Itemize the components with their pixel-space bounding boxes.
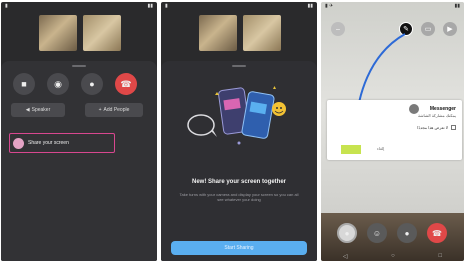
camera-flip-button[interactable]: ◉ [47, 73, 69, 95]
microphone-icon: ● [89, 79, 95, 89]
start-sharing-label: Start Sharing [224, 245, 254, 251]
camera-icon: ◉ [54, 78, 62, 89]
share-screen-icon [13, 137, 24, 149]
checkbox-box[interactable] [451, 125, 456, 130]
call-controls-sheet: ■ ◉ ● ☎ ◀ Speaker + Add People Share you… [1, 61, 157, 261]
speaker-icon: ◀ [25, 107, 30, 113]
dont-show-again-checkbox[interactable]: لا تعرض هذا مجددًا [417, 125, 456, 130]
person-icon: ☺ [372, 228, 382, 238]
video-toggle-button[interactable]: ■ [13, 73, 35, 95]
add-person-icon: + [98, 107, 102, 113]
phone-sharing-active: ▮ ✈ ▮▮ – ✎ ▭ ▶ Messenger يمكنك مشاركة الش… [321, 2, 464, 261]
share-screen-label: Share your screen [28, 140, 69, 146]
video-icon: ■ [21, 79, 27, 89]
status-bar: ▮ ▮▮ [5, 3, 153, 9]
checkbox-label: لا تعرض هذا مجددًا [417, 125, 448, 130]
stop-sharing-button[interactable]: ● [337, 223, 357, 243]
start-sharing-button[interactable]: Start Sharing [171, 241, 307, 255]
mute-button[interactable]: ● [397, 223, 417, 243]
sheet-handle[interactable] [72, 65, 86, 67]
cancel-button[interactable]: إلغاء [377, 146, 384, 151]
add-person-button[interactable]: ☺ [367, 223, 387, 243]
speaker-label: Speaker [31, 107, 51, 113]
add-people-label: Add People [103, 107, 130, 113]
confirm-button[interactable] [341, 145, 361, 154]
share-screen-intro-sheet: New! Share your screen together Take tur… [161, 61, 317, 261]
system-nav-bar: ◁ ○ □ [321, 251, 464, 261]
back-icon[interactable]: ◁ [343, 253, 348, 260]
recents-icon[interactable]: □ [439, 253, 443, 259]
phone-hangup-icon: ☎ [120, 78, 132, 89]
participant-video-1[interactable] [199, 15, 237, 51]
sheet-handle[interactable] [232, 65, 246, 67]
share-confirm-dialog: Messenger يمكنك مشاركة الشاشة لا تعرض هذ… [327, 100, 462, 160]
intro-title: New! Share your screen together [191, 179, 287, 185]
microphone-icon: ● [404, 228, 410, 238]
speaker-button[interactable]: ◀ Speaker [11, 103, 65, 117]
dialog-subtitle: يمكنك مشاركة الشاشة [418, 113, 456, 118]
record-icon: ● [344, 228, 350, 238]
call-bottom-bar: ● ☺ ● ☎ ◁ ○ □ [321, 213, 464, 261]
mute-button[interactable]: ● [81, 73, 103, 95]
end-call-button[interactable]: ☎ [427, 223, 447, 243]
phone-share-intro: ▮ ▮▮ New! Share your screen together Take… [161, 2, 317, 261]
home-icon[interactable]: ○ [391, 253, 395, 259]
phone-call-controls: ▮ ▮▮ ■ ◉ ● ☎ ◀ Speaker + Add People Share… [1, 2, 157, 261]
participant-video-2[interactable] [243, 15, 281, 51]
participant-video-2[interactable] [83, 15, 121, 51]
screenshot-collage: ▮ ▮▮ ■ ◉ ● ☎ ◀ Speaker + Add People Share… [0, 0, 465, 263]
status-bar: ▮ ▮▮ [165, 3, 313, 9]
dialog-title: Messenger [429, 106, 456, 112]
end-call-button[interactable]: ☎ [115, 73, 137, 95]
share-screen-option[interactable]: Share your screen [9, 133, 115, 153]
phone-hangup-icon: ☎ [432, 228, 442, 238]
add-people-button[interactable]: + Add People [85, 103, 143, 117]
participant-video-1[interactable] [39, 15, 77, 51]
intro-description: Take turns with your camera and display … [179, 192, 299, 202]
share-screen-illustration [187, 86, 286, 145]
